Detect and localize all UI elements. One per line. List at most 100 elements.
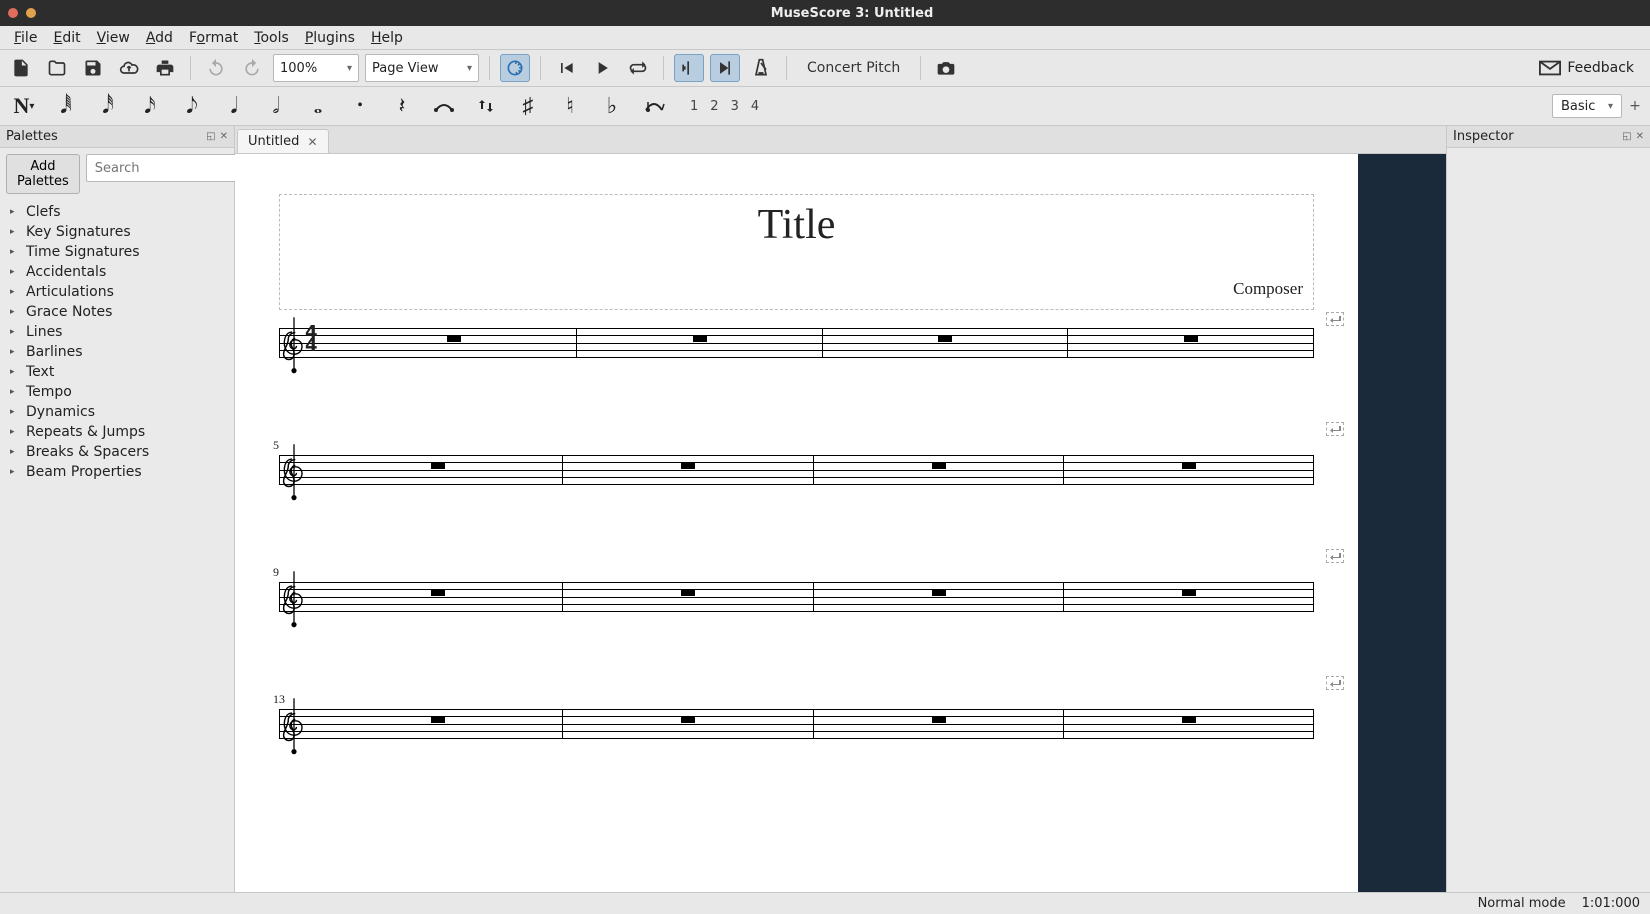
- palette-item-tempo[interactable]: ▸Tempo: [0, 382, 234, 402]
- note-whole-button[interactable]: 𝅝: [304, 91, 332, 121]
- treble-clef[interactable]: [281, 443, 307, 512]
- whole-rest[interactable]: [681, 717, 695, 723]
- whole-rest[interactable]: [932, 717, 946, 723]
- undock-panel-icon[interactable]: ◱: [1622, 131, 1631, 142]
- close-panel-icon[interactable]: ✕: [220, 131, 228, 142]
- minimize-window-icon[interactable]: [26, 8, 36, 18]
- whole-rest[interactable]: [693, 336, 707, 342]
- note-16th-button[interactable]: 𝅘𝅥𝅯: [136, 91, 164, 121]
- view-mode-combo[interactable]: Page View▾: [365, 54, 479, 82]
- close-tab-icon[interactable]: ✕: [307, 135, 317, 149]
- slur-button[interactable]: [640, 91, 668, 121]
- add-palettes-button[interactable]: Add Palettes: [6, 154, 80, 194]
- whole-rest[interactable]: [447, 336, 461, 342]
- whole-rest[interactable]: [681, 463, 695, 469]
- menu-tools[interactable]: Tools: [246, 28, 297, 48]
- measure[interactable]: [1064, 455, 1314, 485]
- loop-out-button[interactable]: [710, 54, 740, 82]
- flat-button[interactable]: ♭: [598, 91, 626, 121]
- palette-item-accidentals[interactable]: ▸Accidentals: [0, 262, 234, 282]
- palette-item-clefs[interactable]: ▸Clefs: [0, 202, 234, 222]
- concert-pitch-button[interactable]: Concert Pitch: [797, 54, 910, 82]
- measure[interactable]: [563, 709, 813, 739]
- palette-item-beam-properties[interactable]: ▸Beam Properties: [0, 462, 234, 482]
- voice-3-button[interactable]: 3: [731, 99, 739, 114]
- sharp-button[interactable]: ♯: [514, 91, 542, 121]
- palette-item-key-signatures[interactable]: ▸Key Signatures: [0, 222, 234, 242]
- note-32nd-button[interactable]: 𝅘𝅥𝅰: [94, 91, 122, 121]
- score-title[interactable]: Title: [290, 201, 1303, 249]
- whole-rest[interactable]: [932, 590, 946, 596]
- flip-button[interactable]: [472, 91, 500, 121]
- measure[interactable]: [814, 709, 1064, 739]
- dot-button[interactable]: •: [346, 91, 374, 121]
- cloud-save-button[interactable]: [114, 54, 144, 82]
- menu-add[interactable]: Add: [138, 28, 181, 48]
- whole-rest[interactable]: [932, 463, 946, 469]
- loop-in-button[interactable]: [674, 54, 704, 82]
- measure[interactable]: [1064, 709, 1314, 739]
- menu-view[interactable]: View: [89, 28, 138, 48]
- staff-system[interactable]: 944: [279, 565, 1314, 612]
- staff-system[interactable]: 544: [279, 438, 1314, 485]
- rest-button[interactable]: 𝄽: [388, 91, 416, 121]
- menu-help[interactable]: Help: [363, 28, 411, 48]
- treble-clef[interactable]: [281, 316, 307, 385]
- tie-button[interactable]: [430, 91, 458, 121]
- measure[interactable]: [313, 582, 563, 612]
- palette-item-grace-notes[interactable]: ▸Grace Notes: [0, 302, 234, 322]
- menu-format[interactable]: Format: [181, 28, 246, 48]
- time-signature[interactable]: 44: [305, 327, 318, 352]
- workspace-combo[interactable]: Basic▾: [1552, 94, 1622, 118]
- palette-item-text[interactable]: ▸Text: [0, 362, 234, 382]
- whole-rest[interactable]: [1184, 336, 1198, 342]
- redo-button[interactable]: [237, 54, 267, 82]
- system-break-icon[interactable]: [1326, 422, 1344, 436]
- whole-rest[interactable]: [1182, 590, 1196, 596]
- palette-item-breaks-spacers[interactable]: ▸Breaks & Spacers: [0, 442, 234, 462]
- rewind-button[interactable]: [551, 54, 581, 82]
- whole-rest[interactable]: [431, 717, 445, 723]
- score-composer[interactable]: Composer: [290, 279, 1303, 299]
- print-button[interactable]: [150, 54, 180, 82]
- menu-plugins[interactable]: Plugins: [297, 28, 363, 48]
- measure[interactable]: [823, 328, 1069, 358]
- note-64th-button[interactable]: 𝅘𝅥𝅱: [52, 91, 80, 121]
- close-window-icon[interactable]: [8, 8, 18, 18]
- whole-rest[interactable]: [1182, 463, 1196, 469]
- system-break-icon[interactable]: [1326, 312, 1344, 326]
- voice-4-button[interactable]: 4: [751, 99, 759, 114]
- measure[interactable]: [577, 328, 823, 358]
- add-workspace-button[interactable]: +: [1626, 94, 1644, 118]
- palette-item-lines[interactable]: ▸Lines: [0, 322, 234, 342]
- new-file-button[interactable]: [6, 54, 36, 82]
- palette-item-articulations[interactable]: ▸Articulations: [0, 282, 234, 302]
- measure[interactable]: [331, 328, 577, 358]
- note-input-button[interactable]: [500, 54, 530, 82]
- document-tab-untitled[interactable]: Untitled ✕: [237, 129, 329, 153]
- whole-rest[interactable]: [938, 336, 952, 342]
- voice-2-button[interactable]: 2: [710, 99, 718, 114]
- palette-item-dynamics[interactable]: ▸Dynamics: [0, 402, 234, 422]
- voice-1-button[interactable]: 1: [690, 99, 698, 114]
- title-frame[interactable]: Title Composer: [279, 194, 1314, 310]
- staff-system[interactable]: 1344: [279, 692, 1314, 739]
- measure[interactable]: [313, 455, 563, 485]
- note-8th-button[interactable]: 𝅘𝅥𝅮: [178, 91, 206, 121]
- whole-rest[interactable]: [431, 463, 445, 469]
- menu-file[interactable]: File: [6, 28, 45, 48]
- menu-edit[interactable]: Edit: [45, 28, 88, 48]
- palette-item-repeats-jumps[interactable]: ▸Repeats & Jumps: [0, 422, 234, 442]
- zoom-combo[interactable]: 100%▾: [273, 54, 359, 82]
- close-panel-icon[interactable]: ✕: [1636, 131, 1644, 142]
- natural-button[interactable]: ♮: [556, 91, 584, 121]
- screenshot-button[interactable]: [931, 54, 961, 82]
- treble-clef[interactable]: [281, 570, 307, 639]
- measure[interactable]: [1068, 328, 1314, 358]
- loop-button[interactable]: [623, 54, 653, 82]
- score-canvas[interactable]: Title Composer 44 544 944 1344: [235, 154, 1358, 892]
- whole-rest[interactable]: [681, 590, 695, 596]
- treble-clef[interactable]: [281, 697, 307, 766]
- system-break-icon[interactable]: [1326, 549, 1344, 563]
- staff-system[interactable]: 44: [279, 328, 1314, 358]
